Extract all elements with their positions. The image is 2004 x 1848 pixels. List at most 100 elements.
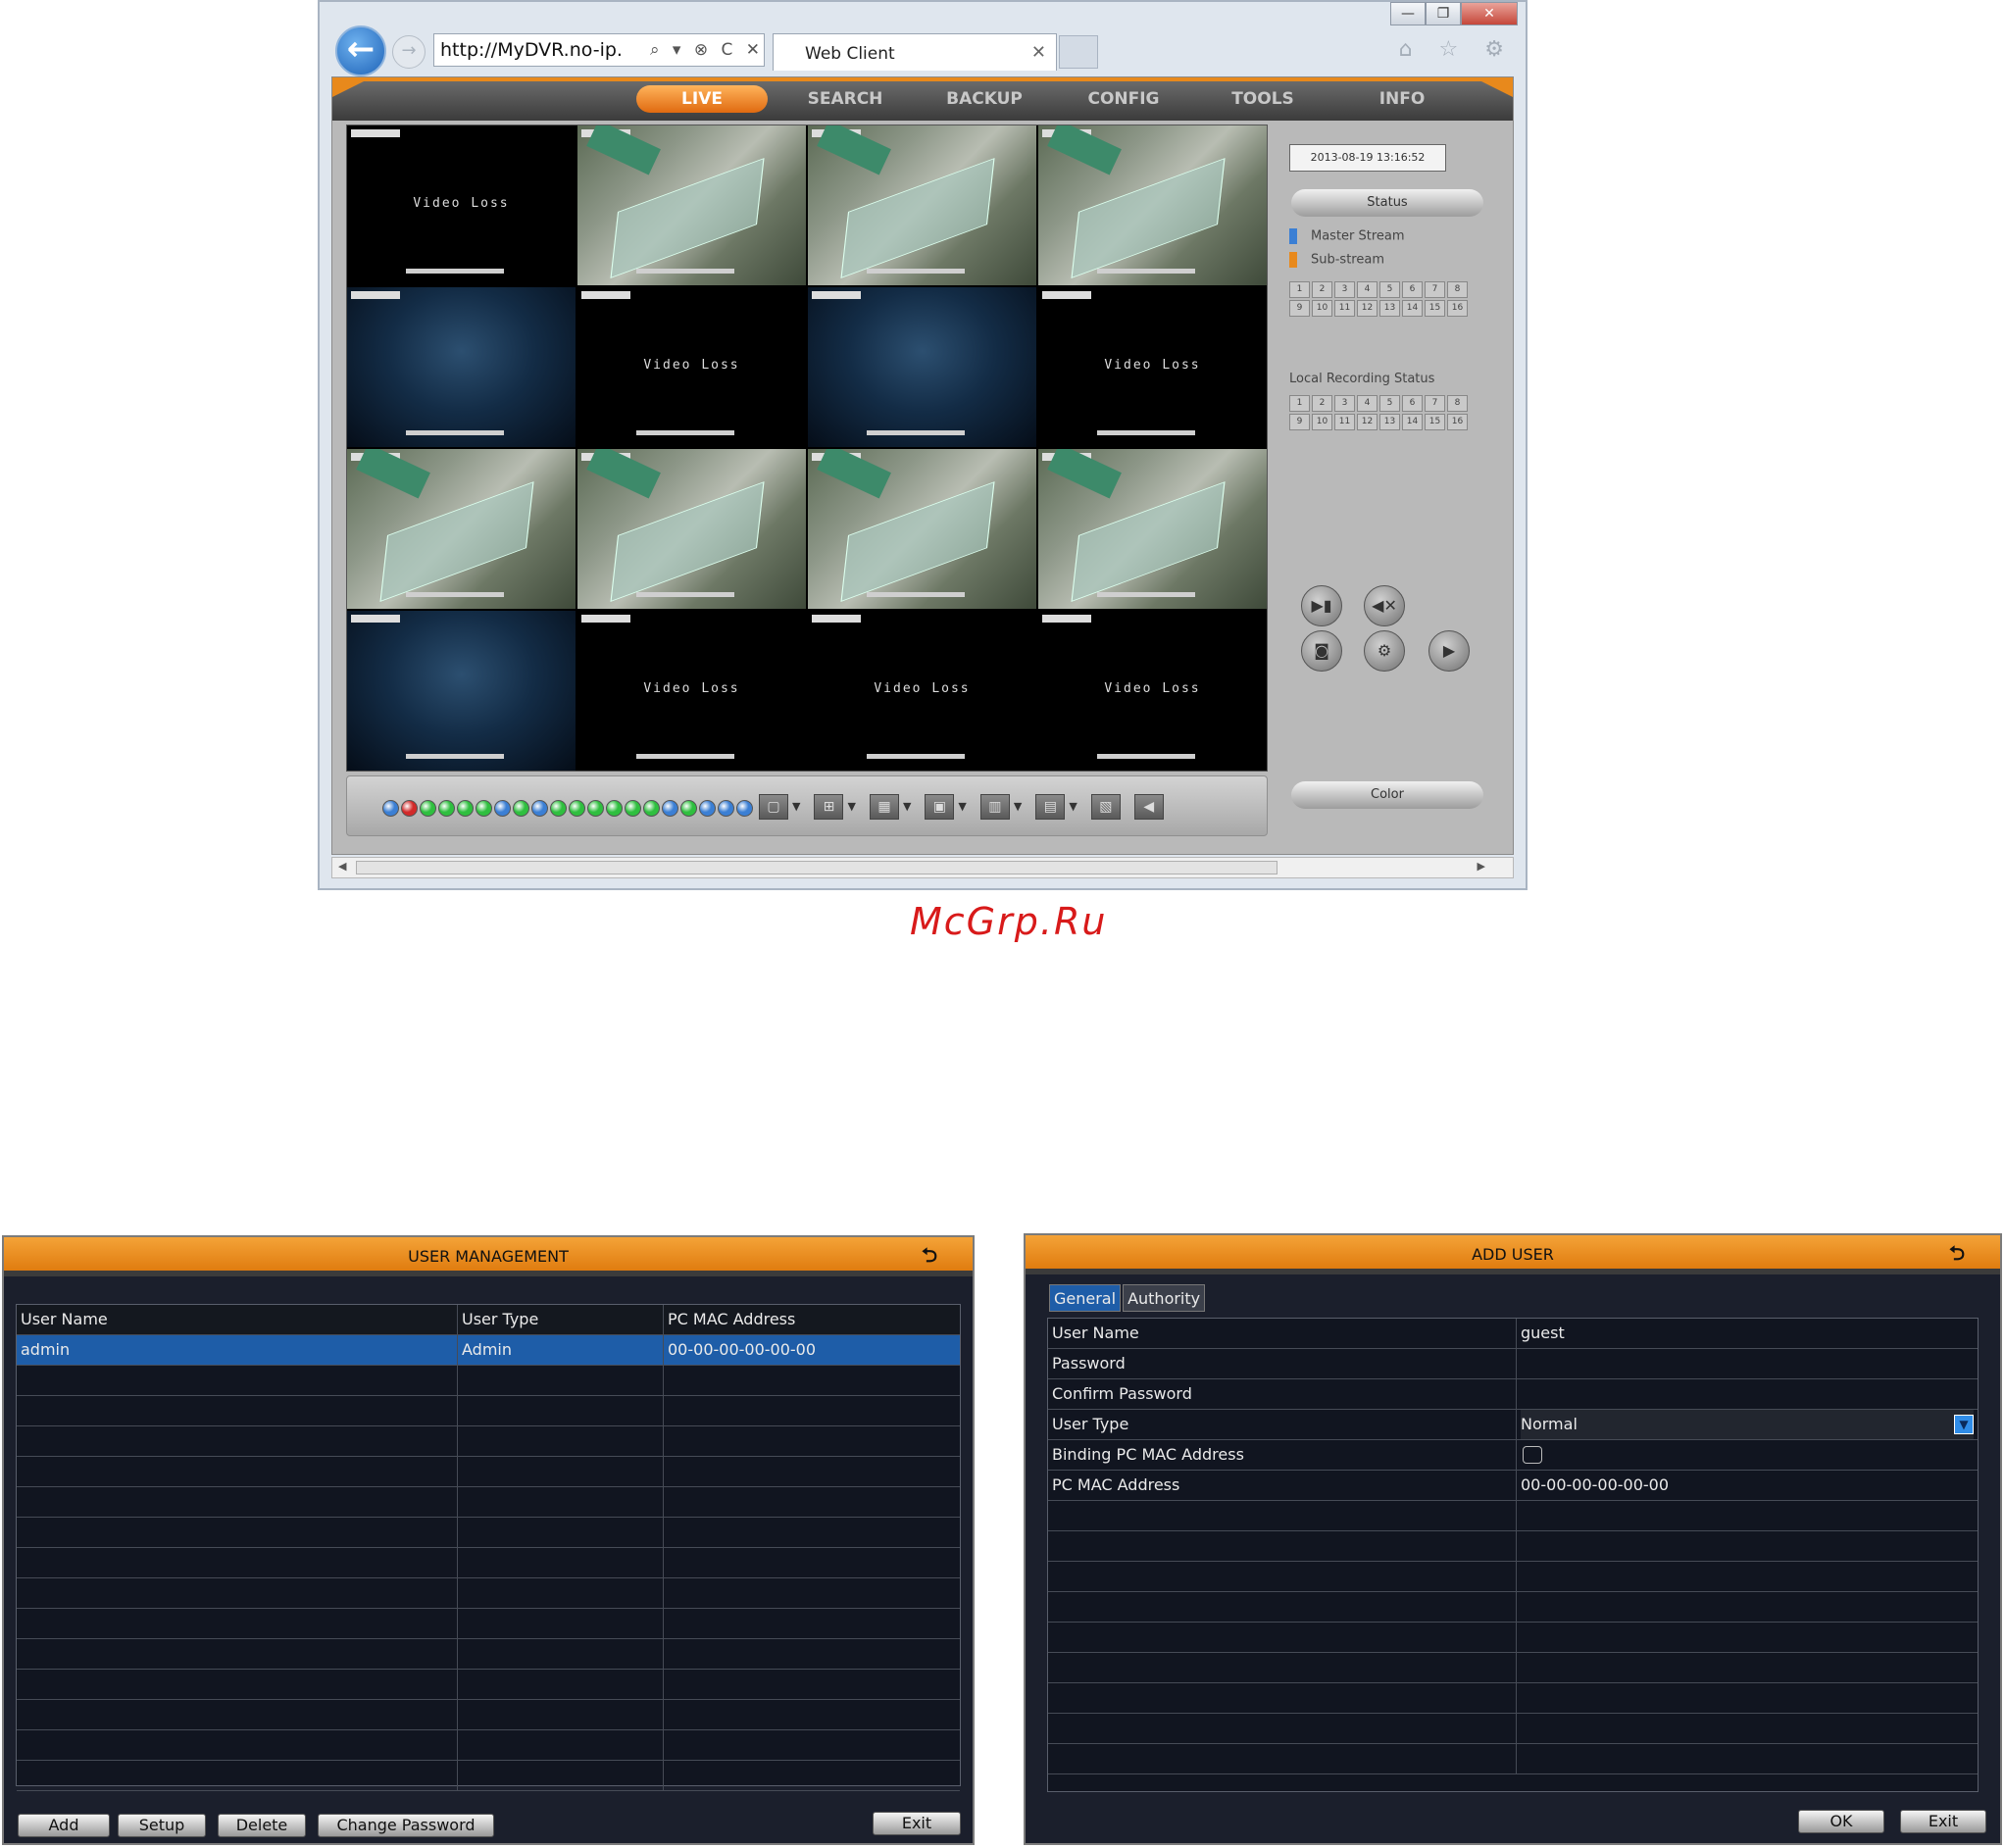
user-type-value-box[interactable]: Normal ▼ (1521, 1410, 1974, 1439)
table-row[interactable]: admin Admin 00-00-00-00-00-00 (17, 1335, 960, 1366)
close-window-button[interactable]: ✕ (1461, 2, 1518, 25)
channel-dot[interactable] (438, 800, 455, 817)
camera-cell[interactable]: Video Loss (1038, 611, 1267, 771)
menu-search[interactable]: SEARCH (776, 85, 915, 113)
horizontal-scrollbar[interactable]: ◀ ▶ (331, 857, 1514, 878)
dropdown-arrow-icon[interactable]: ▼ (958, 794, 966, 820)
color-button[interactable]: Color (1291, 781, 1483, 809)
menu-tools[interactable]: TOOLS (1193, 85, 1332, 113)
menu-config[interactable]: CONFIG (1054, 85, 1193, 113)
nine-view-icon[interactable]: ▦ (869, 794, 899, 820)
status-button[interactable]: Status (1291, 189, 1483, 217)
change-password-button[interactable]: Change Password (318, 1814, 494, 1837)
new-tab-button[interactable] (1059, 35, 1098, 69)
camera-cell[interactable] (808, 125, 1036, 285)
forward-arrow-icon[interactable]: → (392, 35, 426, 69)
camera-cell[interactable] (347, 449, 576, 609)
single-view-icon[interactable]: ▢ (759, 794, 788, 820)
address-bar[interactable]: http://MyDVR.no-ip. ⌕ ▾ ⊗ C ✕ (433, 33, 765, 67)
exit-button[interactable]: Exit (873, 1812, 961, 1835)
camera-cell[interactable]: Video Loss (1038, 287, 1267, 447)
minimize-button[interactable]: — (1390, 2, 1426, 25)
channel-dot[interactable] (457, 800, 474, 817)
camera-cell[interactable] (1038, 125, 1267, 285)
channel-dot[interactable] (587, 800, 604, 817)
snapshot-icon[interactable]: ◙ (1301, 630, 1342, 672)
tab-authority[interactable]: Authority (1123, 1284, 1206, 1312)
menu-live[interactable]: LIVE (636, 85, 768, 113)
dropdown-arrow-icon[interactable]: ▼ (1954, 1415, 1974, 1434)
confirm-password-input[interactable] (1517, 1379, 1978, 1409)
channel-dot[interactable] (662, 800, 678, 817)
camera-cell[interactable]: Video Loss (347, 125, 576, 285)
camera-cell[interactable]: Video Loss (577, 611, 806, 771)
record-camera-icon[interactable]: ▶▮ (1301, 585, 1342, 626)
channel-dot[interactable] (569, 800, 585, 817)
channel-dot[interactable] (643, 800, 660, 817)
channel-dot[interactable] (531, 800, 548, 817)
camera-cell[interactable] (347, 611, 576, 771)
channel-dot[interactable] (699, 800, 716, 817)
camera-cell[interactable] (577, 449, 806, 609)
address-tools-icon[interactable]: ⌕ ▾ ⊗ C ✕ (650, 40, 764, 60)
camera-cell[interactable] (347, 287, 576, 447)
mute-icon[interactable]: ◀✕ (1364, 585, 1405, 626)
exit-button[interactable]: Exit (1900, 1810, 1986, 1833)
back-icon[interactable]: ⮌ (1949, 1233, 1965, 1273)
dropdown-arrow-icon[interactable]: ▼ (903, 794, 911, 820)
camera-cell[interactable] (1038, 449, 1267, 609)
scroll-left-icon[interactable]: ◀ (338, 860, 346, 873)
dropdown-arrow-icon[interactable]: ▼ (792, 794, 800, 820)
restore-button[interactable]: ❐ (1426, 2, 1461, 25)
camera-cell[interactable] (808, 449, 1036, 609)
channel-dot[interactable] (513, 800, 529, 817)
back-arrow-icon[interactable]: ← (335, 25, 386, 76)
channel-dot[interactable] (382, 800, 399, 817)
channel-dot[interactable] (718, 800, 734, 817)
channel-dot[interactable] (736, 800, 753, 817)
channel-dot[interactable] (420, 800, 436, 817)
binding-mac-checkbox[interactable] (1523, 1446, 1542, 1464)
back-icon[interactable]: ⮌ (922, 1235, 937, 1274)
mac-input[interactable]: 00-00-00-00-00-00 (1517, 1471, 1978, 1500)
menu-backup[interactable]: BACKUP (915, 85, 1054, 113)
browser-tab[interactable]: Web Client ✕ (773, 33, 1057, 71)
add-button[interactable]: Add (18, 1814, 110, 1837)
play-icon[interactable]: ▶ (1428, 630, 1470, 672)
audio-icon[interactable]: ◀ (1133, 794, 1164, 820)
password-input[interactable] (1517, 1349, 1978, 1378)
channel-dot[interactable] (625, 800, 641, 817)
tab-general[interactable]: General (1049, 1284, 1122, 1312)
dropdown-arrow-icon[interactable]: ▼ (1069, 794, 1077, 820)
delete-button[interactable]: Delete (218, 1814, 306, 1837)
camera-cell[interactable] (577, 125, 806, 285)
menu-info[interactable]: INFO (1332, 85, 1472, 113)
user-type-select[interactable]: Normal ▼ (1517, 1410, 1978, 1439)
url-text[interactable]: http://MyDVR.no-ip. (440, 39, 640, 61)
scroll-thumb[interactable] (356, 861, 1278, 874)
dropdown-arrow-icon[interactable]: ▼ (1014, 794, 1022, 820)
fullscreen-icon[interactable]: ▧ (1090, 794, 1121, 820)
scroll-right-icon[interactable]: ▶ (1478, 860, 1485, 873)
quad-view-icon[interactable]: ⊞ (814, 794, 844, 820)
channel-dot[interactable] (606, 800, 623, 817)
settings-gear-icon[interactable]: ⚙ (1364, 630, 1405, 672)
camera-cell[interactable]: Video Loss (577, 287, 806, 447)
pip-view-icon[interactable]: ▤ (1035, 794, 1066, 820)
home-favorites-settings-icon[interactable]: ⌂ ☆ ⚙ (1399, 37, 1514, 62)
user-name-input[interactable]: guest (1517, 1319, 1978, 1348)
tab-close-icon[interactable]: ✕ (1031, 42, 1046, 63)
ok-button[interactable]: OK (1798, 1810, 1884, 1833)
camera-cell[interactable]: Video Loss (808, 611, 1036, 771)
camera-cell[interactable] (808, 287, 1036, 447)
multi-view-icon[interactable]: ▣ (925, 794, 955, 820)
channel-dot[interactable] (550, 800, 567, 817)
setup-button[interactable]: Setup (118, 1814, 206, 1837)
channel-dot[interactable] (680, 800, 697, 817)
channel-dot[interactable] (476, 800, 492, 817)
channel-dot[interactable] (401, 800, 418, 817)
channel-dot[interactable] (494, 800, 511, 817)
dropdown-arrow-icon[interactable]: ▼ (847, 794, 855, 820)
confirm-password-label: Confirm Password (1048, 1379, 1517, 1409)
sixteen-view-icon[interactable]: ▥ (979, 794, 1010, 820)
